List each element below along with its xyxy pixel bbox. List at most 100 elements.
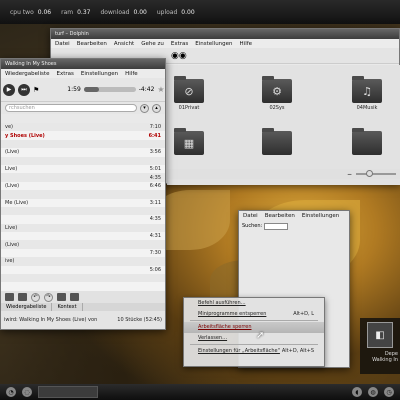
- menu-extras[interactable]: Extras: [56, 71, 73, 77]
- kickoff-menu-icon[interactable]: ◔: [6, 387, 16, 397]
- track-title: Live): [5, 166, 18, 173]
- ctx-lock-desktop[interactable]: Arbeitsfläche sperren: [184, 322, 324, 333]
- menu-bearbeiten[interactable]: Bearbeiten: [77, 41, 107, 47]
- menu-bearbeiten[interactable]: Bearbeiten: [265, 213, 295, 219]
- folder-icon: ▦: [174, 128, 204, 155]
- table-row[interactable]: [1, 206, 165, 216]
- track-title: ve): [5, 124, 13, 131]
- table-row[interactable]: 7:30: [1, 249, 165, 257]
- table-row[interactable]: (Live) 6:46: [1, 182, 165, 190]
- search-label: Suchen:: [242, 223, 263, 229]
- table-row[interactable]: ve) 7:10: [1, 123, 165, 132]
- table-row[interactable]: y Shoes (Live) 6:41: [1, 131, 165, 139]
- table-row[interactable]: [1, 190, 165, 199]
- ram-value: 0.37: [77, 8, 91, 16]
- folder-label: 02Sys: [269, 105, 285, 111]
- track-title: Live): [5, 224, 18, 231]
- menu-hilfe[interactable]: Hilfe: [240, 41, 253, 47]
- search-up-icon[interactable]: ▴: [152, 103, 161, 113]
- layout-icon[interactable]: [70, 293, 79, 301]
- menu-divider: [190, 344, 318, 345]
- cpu-label: cpu two: [10, 8, 34, 16]
- zoom-slider[interactable]: [356, 170, 397, 177]
- dolphin-titlebar[interactable]: turf – Dolphin: [51, 29, 399, 39]
- mini-search-row: Suchen:: [239, 220, 349, 232]
- track-duration: 4:35: [149, 216, 161, 223]
- menu-extras[interactable]: Extras: [171, 41, 188, 47]
- amarok-titlebar[interactable]: Walking In My Shoes: [1, 59, 165, 69]
- track-duration: 7:10: [149, 124, 161, 131]
- menu-einstellungen[interactable]: Einstellungen: [195, 41, 232, 47]
- menu-hilfe[interactable]: Hilfe: [125, 71, 138, 77]
- taskbar-button[interactable]: [38, 386, 98, 398]
- table-row[interactable]: Me (Live) 3:11: [1, 199, 165, 207]
- table-row[interactable]: 5:06: [1, 266, 165, 274]
- mini-menubar: Datei Bearbeiten Einstellungen: [239, 211, 349, 220]
- search-input[interactable]: [264, 222, 289, 230]
- track-progress[interactable]: [83, 87, 136, 92]
- queue-icon[interactable]: [57, 293, 66, 301]
- folder-item[interactable]: [351, 128, 383, 157]
- menu-datei[interactable]: Datei: [55, 41, 70, 47]
- binoculars-icon[interactable]: ◉◉: [171, 51, 187, 61]
- ctx-unlock-widgets[interactable]: Miniprogramme entsperren Alt+D, L: [184, 309, 324, 320]
- track-duration: 4:31: [149, 233, 161, 240]
- ctx-run-command[interactable]: Befehl ausführen…: [184, 298, 324, 309]
- table-row[interactable]: [1, 274, 165, 283]
- table-row[interactable]: Live) 5:01: [1, 165, 165, 173]
- star-icon[interactable]: ★: [157, 85, 164, 94]
- redo-icon[interactable]: ↷: [44, 292, 53, 302]
- bottom-panel: ◔ ◌ ◖ ◍ ◷: [0, 384, 400, 400]
- clock-icon[interactable]: ◷: [384, 387, 394, 397]
- ctx-desktop-settings[interactable]: Einstellungen für „Arbeitsfläche" Alt+D,…: [184, 346, 324, 357]
- upload-value: 0.00: [181, 8, 195, 16]
- folder-item[interactable]: ♫ 04Musik: [351, 76, 383, 111]
- zoom-out-icon[interactable]: −: [347, 171, 352, 178]
- tab-kontext[interactable]: Kontext: [52, 303, 83, 311]
- download-label: download: [100, 8, 130, 16]
- clear-icon[interactable]: [5, 293, 14, 301]
- elapsed-time: 1:59: [67, 86, 81, 93]
- track-duration: 7:30: [149, 250, 161, 257]
- next-icon[interactable]: ⏭: [18, 83, 30, 96]
- menu-einstellungen[interactable]: Einstellungen: [81, 71, 118, 77]
- folder-item[interactable]: ▦: [173, 128, 205, 157]
- table-row[interactable]: 4:31: [1, 232, 165, 240]
- track-duration: 5:01: [149, 166, 161, 173]
- save-icon[interactable]: [18, 293, 27, 301]
- playlist-toolbar: ↶ ↷: [1, 291, 165, 303]
- track-text: Walking In: [372, 357, 398, 363]
- menu-gehe-zu[interactable]: Gehe zu: [141, 41, 164, 47]
- network-icon[interactable]: ◍: [368, 387, 378, 397]
- undo-icon[interactable]: ↶: [31, 292, 40, 302]
- menu-wiedergabeliste[interactable]: Wiedergabeliste: [5, 71, 49, 77]
- table-row[interactable]: [1, 282, 165, 290]
- ctx-leave[interactable]: Verlassen…: [184, 333, 324, 344]
- table-row[interactable]: (Live): [1, 240, 165, 249]
- menu-datei[interactable]: Datei: [243, 213, 258, 219]
- chat-icon[interactable]: ◌: [22, 387, 32, 397]
- table-row[interactable]: 4:35: [1, 215, 165, 223]
- dolphin-menubar: Datei Bearbeiten Ansicht Gehe zu Extras …: [51, 39, 399, 48]
- menu-ansicht[interactable]: Ansicht: [114, 41, 134, 47]
- menu-einstellungen[interactable]: Einstellungen: [302, 213, 339, 219]
- folder-item[interactable]: [261, 128, 293, 157]
- table-row[interactable]: (Live) 3:56: [1, 148, 165, 156]
- folder-item[interactable]: ⊘ 01Privat: [173, 76, 205, 111]
- table-row[interactable]: Live): [1, 223, 165, 233]
- table-row[interactable]: [1, 139, 165, 149]
- track-title: y Shoes (Live): [5, 132, 45, 139]
- search-down-icon[interactable]: ▾: [140, 103, 149, 113]
- volume-icon[interactable]: ◖: [352, 387, 362, 397]
- track-title: (Live): [5, 149, 20, 156]
- folder-item[interactable]: ⚙ 02Sys: [261, 76, 293, 111]
- play-icon[interactable]: ▶: [3, 83, 15, 96]
- table-row[interactable]: [1, 156, 165, 165]
- folder-icon: [262, 128, 292, 155]
- playlist-search-input[interactable]: rchsuchen: [5, 104, 137, 112]
- folder-icon: ⊘: [174, 76, 204, 103]
- flag-icon: ⚑: [33, 85, 40, 94]
- tab-wiedergabeliste[interactable]: Wiedergabeliste: [1, 303, 53, 311]
- table-row[interactable]: ive): [1, 257, 165, 266]
- table-row[interactable]: 4:35: [1, 173, 165, 182]
